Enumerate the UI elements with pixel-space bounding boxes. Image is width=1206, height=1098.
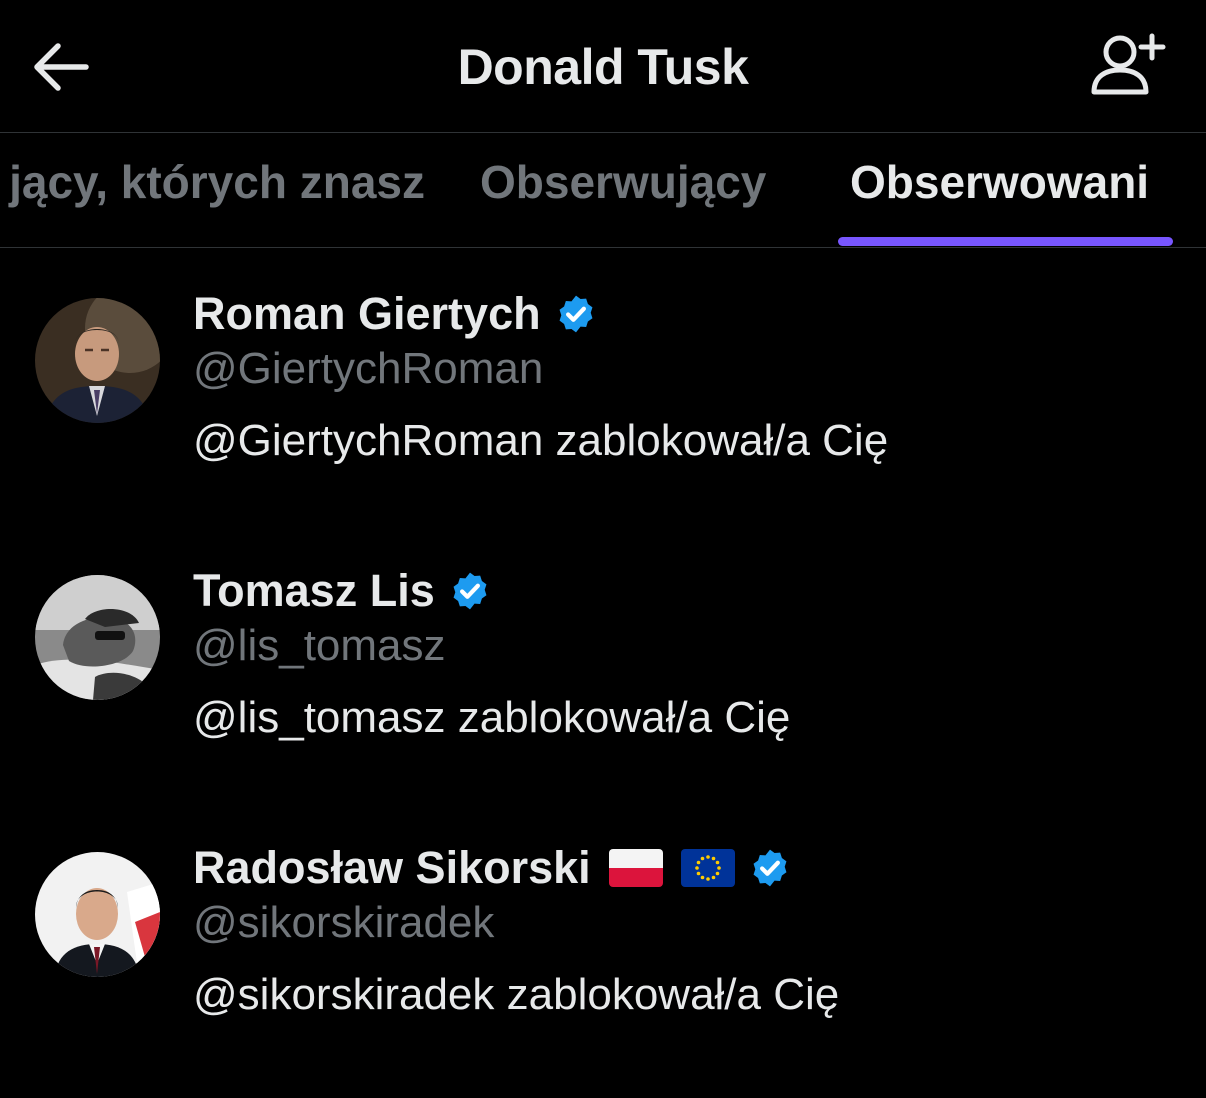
avatar[interactable] (35, 575, 160, 700)
user-display-name[interactable]: Tomasz Lis (193, 565, 435, 617)
blocked-notice: @sikorskiradek zablokował/a Cię (193, 970, 840, 1019)
user-display-name[interactable]: Roman Giertych (193, 288, 541, 340)
tab-followers[interactable]: Obserwujący (480, 155, 766, 209)
eu-flag-icon (680, 849, 735, 887)
user-handle: @lis_tomasz (193, 621, 446, 670)
avatar[interactable] (35, 852, 160, 977)
verified-badge-icon (559, 295, 593, 333)
active-tab-indicator (838, 237, 1173, 246)
person-plus-icon (1091, 33, 1166, 95)
tab-following[interactable]: Obserwowani (850, 155, 1149, 209)
name-row: Radosław Sikorski (193, 838, 791, 898)
name-row: Tomasz Lis (193, 561, 491, 621)
tab-followers-you-know[interactable]: jący, których znasz (9, 155, 425, 209)
user-display-name[interactable]: Radosław Sikorski (193, 842, 591, 894)
follow-button[interactable] (1086, 30, 1166, 100)
page-title: Donald Tusk (457, 39, 749, 95)
blocked-notice: @GiertychRoman zablokował/a Cię (193, 416, 889, 465)
user-handle: @sikorskiradek (193, 898, 495, 947)
avatar[interactable] (35, 298, 160, 423)
user-handle: @GiertychRoman (193, 344, 544, 393)
tab-bar: jący, których znasz Obserwujący Obserwow… (0, 133, 1206, 248)
list-item[interactable]: Radosław Sikorski @sikorskiradek @sikors… (0, 838, 1206, 1098)
verified-badge-icon (453, 572, 487, 610)
poland-flag-icon (608, 849, 663, 887)
name-row: Roman Giertych (193, 284, 597, 344)
blocked-notice: @lis_tomasz zablokował/a Cię (193, 693, 791, 742)
top-bar: Donald Tusk (0, 0, 1206, 133)
verified-badge-icon (753, 849, 787, 887)
list-item[interactable]: Roman Giertych @GiertychRoman @GiertychR… (0, 284, 1206, 544)
list-item[interactable]: Tomasz Lis @lis_tomasz @lis_tomasz zablo… (0, 561, 1206, 821)
